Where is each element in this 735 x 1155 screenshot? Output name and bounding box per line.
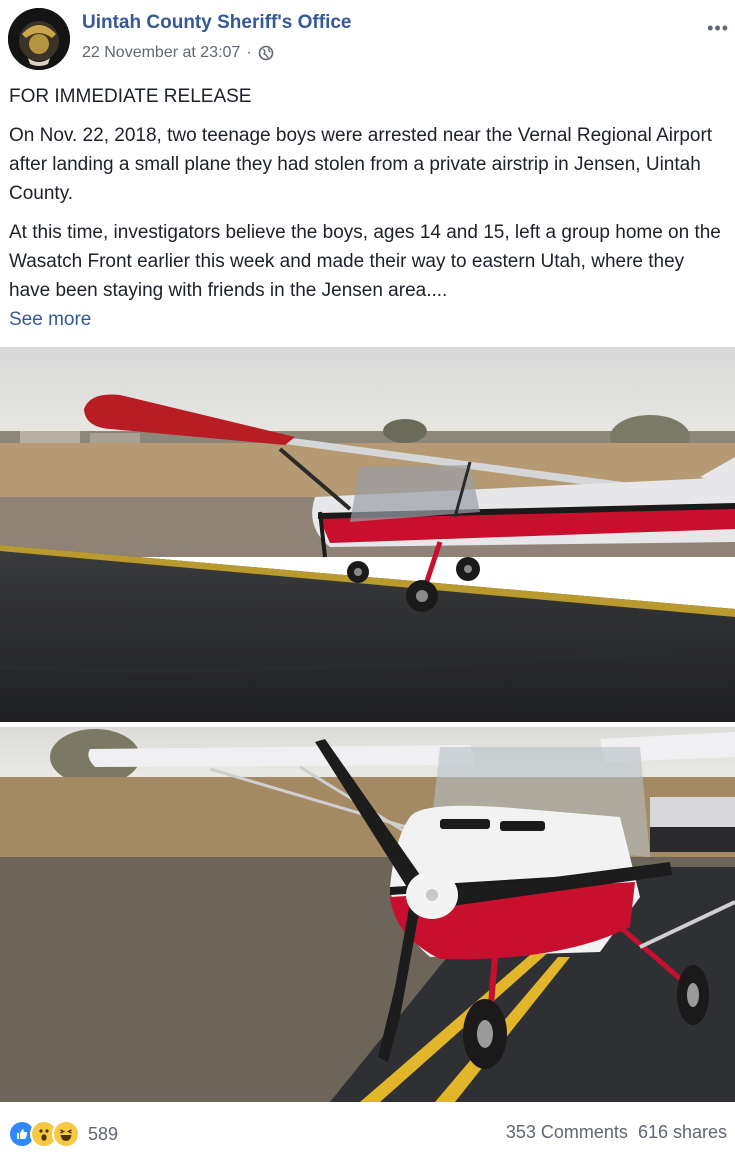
page-name-link[interactable]: Uintah County Sheriff's Office (82, 12, 351, 34)
post-meta: 22 November at 23:07 · (82, 44, 274, 62)
meta-separator: · (246, 44, 252, 61)
post-text: FOR IMMEDIATE RELEASE On Nov. 22, 2018, … (9, 82, 729, 334)
plane-side-photo (0, 347, 735, 722)
globe-icon (258, 45, 273, 61)
shares-count-link[interactable]: 616 shares (638, 1122, 727, 1143)
plane-front-photo (0, 727, 735, 1102)
comments-count-link[interactable]: 353 Comments (506, 1122, 628, 1143)
post-photo-2[interactable] (0, 727, 735, 1102)
sheriff-badge-icon (8, 8, 70, 70)
ellipsis-icon: ••• (707, 18, 729, 38)
post-footer: 589 353 Comments 616 shares (0, 1108, 735, 1155)
post-timestamp[interactable]: 22 November at 23:07 (82, 44, 240, 62)
more-options-button[interactable]: ••• (707, 18, 729, 39)
reaction-count: 589 (88, 1123, 119, 1144)
post-paragraph-2: At this time, investigators believe the … (9, 222, 721, 301)
haha-icon (52, 1120, 80, 1148)
post-headline: FOR IMMEDIATE RELEASE (9, 86, 252, 107)
reactions-summary[interactable]: 589 (8, 1120, 118, 1148)
post-paragraph-1: On Nov. 22, 2018, two teenage boys were … (9, 125, 713, 204)
post-photo-1[interactable] (0, 347, 735, 722)
see-more-link[interactable]: See more (9, 305, 729, 334)
avatar[interactable] (8, 8, 70, 70)
post-header: Uintah County Sheriff's Office 22 Novemb… (0, 0, 735, 78)
engagement-stats: 353 Comments 616 shares (506, 1122, 727, 1143)
